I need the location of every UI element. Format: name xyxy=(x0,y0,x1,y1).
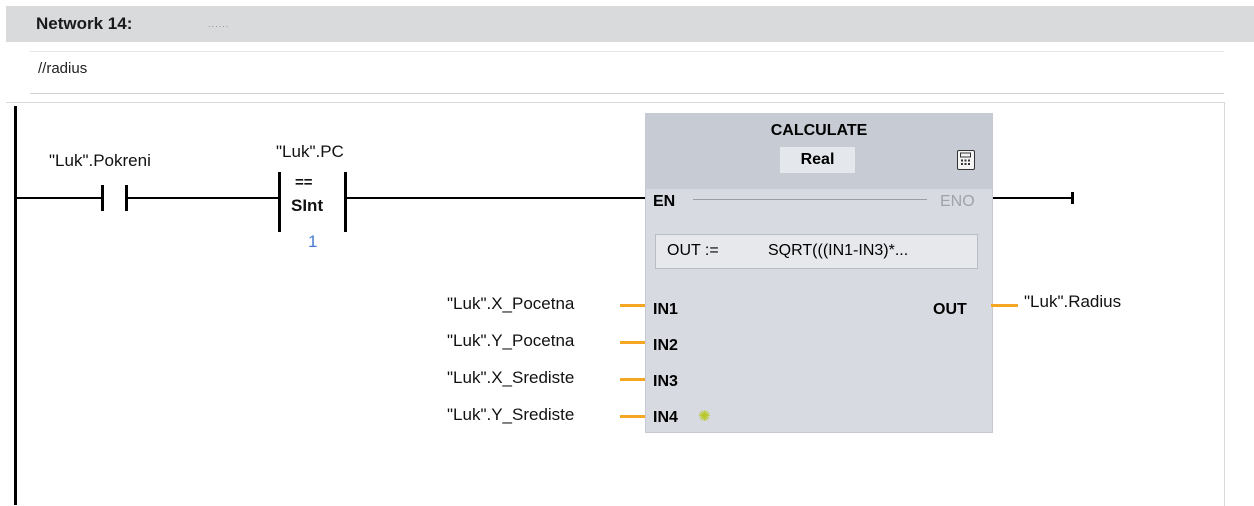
formula-expression: SQRT(((IN1-IN3)*... xyxy=(768,242,909,259)
in1-wire xyxy=(620,304,645,307)
in3-pin: IN3 xyxy=(653,373,678,390)
no-contact[interactable] xyxy=(101,185,131,211)
out-operand[interactable]: "Luk".Radius xyxy=(1024,292,1121,312)
calculate-block[interactable]: CALCULATE Real EN ENO OUT := SQRT(((IN1-… xyxy=(645,113,993,433)
rung-wire-segment xyxy=(17,197,103,199)
en-eno-line xyxy=(693,199,927,200)
in2-pin: IN2 xyxy=(653,337,678,354)
contact-left-bar xyxy=(101,185,104,211)
compare-type: SInt xyxy=(291,196,324,215)
out-pin: OUT xyxy=(933,301,967,318)
network-comment-field[interactable]: //radius xyxy=(30,51,1224,94)
eno-output-wire xyxy=(991,197,1073,199)
formula-field[interactable]: OUT := SQRT(((IN1-IN3)*... xyxy=(655,234,978,269)
in4-pin: IN4 xyxy=(653,409,678,426)
in3-operand[interactable]: "Luk".X_Srediste xyxy=(447,368,574,388)
compare-operand-label[interactable]: "Luk".PC xyxy=(276,142,344,162)
compare-contact[interactable]: == SInt xyxy=(278,172,348,232)
in1-pin: IN1 xyxy=(653,301,678,318)
in4-operand[interactable]: "Luk".Y_Srediste xyxy=(447,405,574,425)
calculate-block-header: CALCULATE Real xyxy=(646,114,992,189)
in4-wire xyxy=(620,415,645,418)
contact-operand-label[interactable]: "Luk".Pokreni xyxy=(49,151,151,171)
in2-wire xyxy=(620,341,645,344)
in1-operand[interactable]: "Luk".X_Pocetna xyxy=(447,294,574,314)
in3-wire xyxy=(620,378,645,381)
formula-out-label: OUT := xyxy=(667,242,719,259)
compare-left-bar xyxy=(278,172,281,232)
en-pin: EN xyxy=(653,193,676,210)
power-rail xyxy=(14,106,17,505)
rung-wire-segment xyxy=(128,197,279,199)
network-title: Network 14: xyxy=(36,14,133,33)
calculator-icon[interactable] xyxy=(957,150,975,170)
rung-wire-segment xyxy=(346,197,645,199)
add-input-star-icon[interactable]: ✺ xyxy=(698,406,711,426)
network-header[interactable]: Network 14: ...... xyxy=(6,6,1254,42)
rung-end-marker xyxy=(1071,192,1074,204)
compare-value[interactable]: 1 xyxy=(308,232,317,252)
compare-operator: == xyxy=(295,174,313,191)
data-type-selector[interactable]: Real xyxy=(780,147,855,173)
out-wire xyxy=(991,304,1018,307)
in2-operand[interactable]: "Luk".Y_Pocetna xyxy=(447,331,574,351)
contact-right-bar xyxy=(125,185,128,211)
compare-right-bar xyxy=(344,172,347,232)
network-title-placeholder[interactable]: ...... xyxy=(208,20,229,29)
network-comment: //radius xyxy=(38,60,88,77)
eno-pin: ENO xyxy=(940,193,975,210)
block-name: CALCULATE xyxy=(770,122,868,139)
